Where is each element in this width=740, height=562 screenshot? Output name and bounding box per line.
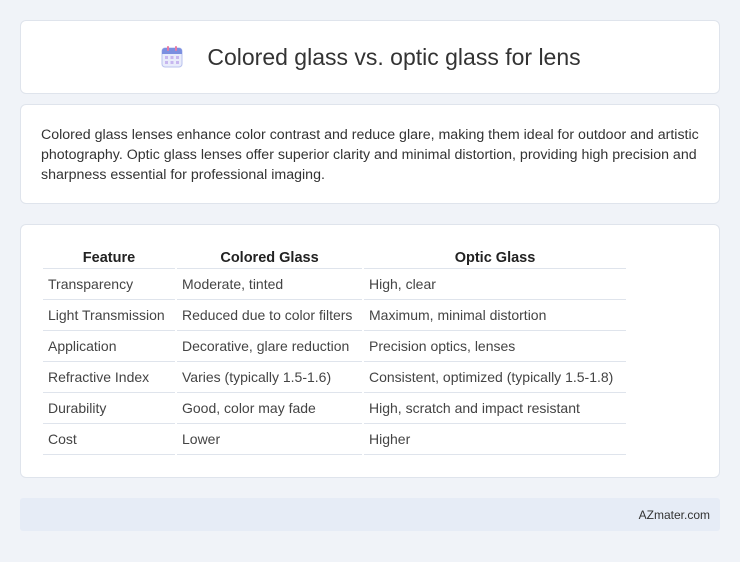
table-cell: Lower xyxy=(177,424,362,455)
table-cell: High, scratch and impact resistant xyxy=(364,393,626,424)
table-cell: Reduced due to color filters xyxy=(177,300,362,331)
table-cell: Good, color may fade xyxy=(177,393,362,424)
table-cell: Varies (typically 1.5-1.6) xyxy=(177,362,362,393)
table-cell: Moderate, tinted xyxy=(177,269,362,300)
table-row: Light Transmission Reduced due to color … xyxy=(43,300,626,331)
summary-card: Colored glass lenses enhance color contr… xyxy=(20,104,720,204)
table-cell: Cost xyxy=(43,424,175,455)
column-header-optic-glass: Optic Glass xyxy=(364,245,626,269)
footer: AZmater.com xyxy=(20,498,720,531)
header: Colored glass vs. optic glass for lens xyxy=(159,43,581,71)
table-cell: Consistent, optimized (typically 1.5-1.8… xyxy=(364,362,626,393)
calendar-icon xyxy=(159,44,185,70)
table-header-row: Feature Colored Glass Optic Glass xyxy=(43,245,626,269)
table-cell: Refractive Index xyxy=(43,362,175,393)
column-header-feature: Feature xyxy=(43,245,175,269)
table-row: Application Decorative, glare reduction … xyxy=(43,331,626,362)
table-cell: Higher xyxy=(364,424,626,455)
page-title: Colored glass vs. optic glass for lens xyxy=(207,43,581,70)
table-row: Cost Lower Higher xyxy=(43,424,626,455)
footer-brand-link[interactable]: AZmater.com xyxy=(639,508,710,522)
table-row: Transparency Moderate, tinted High, clea… xyxy=(43,269,626,300)
table-cell: Maximum, minimal distortion xyxy=(364,300,626,331)
table-cell: Decorative, glare reduction xyxy=(177,331,362,362)
table-cell: Durability xyxy=(43,393,175,424)
table-cell: Light Transmission xyxy=(43,300,175,331)
column-header-colored-glass: Colored Glass xyxy=(177,245,362,269)
comparison-card: Feature Colored Glass Optic Glass Transp… xyxy=(20,224,720,478)
table-cell: Precision optics, lenses xyxy=(364,331,626,362)
header-card: Colored glass vs. optic glass for lens xyxy=(20,20,720,94)
table-cell: High, clear xyxy=(364,269,626,300)
table-row: Durability Good, color may fade High, sc… xyxy=(43,393,626,424)
summary-text: Colored glass lenses enhance color contr… xyxy=(41,127,699,183)
table-row: Refractive Index Varies (typically 1.5-1… xyxy=(43,362,626,393)
table-cell: Transparency xyxy=(43,269,175,300)
table-cell: Application xyxy=(43,331,175,362)
comparison-table: Feature Colored Glass Optic Glass Transp… xyxy=(41,245,628,455)
